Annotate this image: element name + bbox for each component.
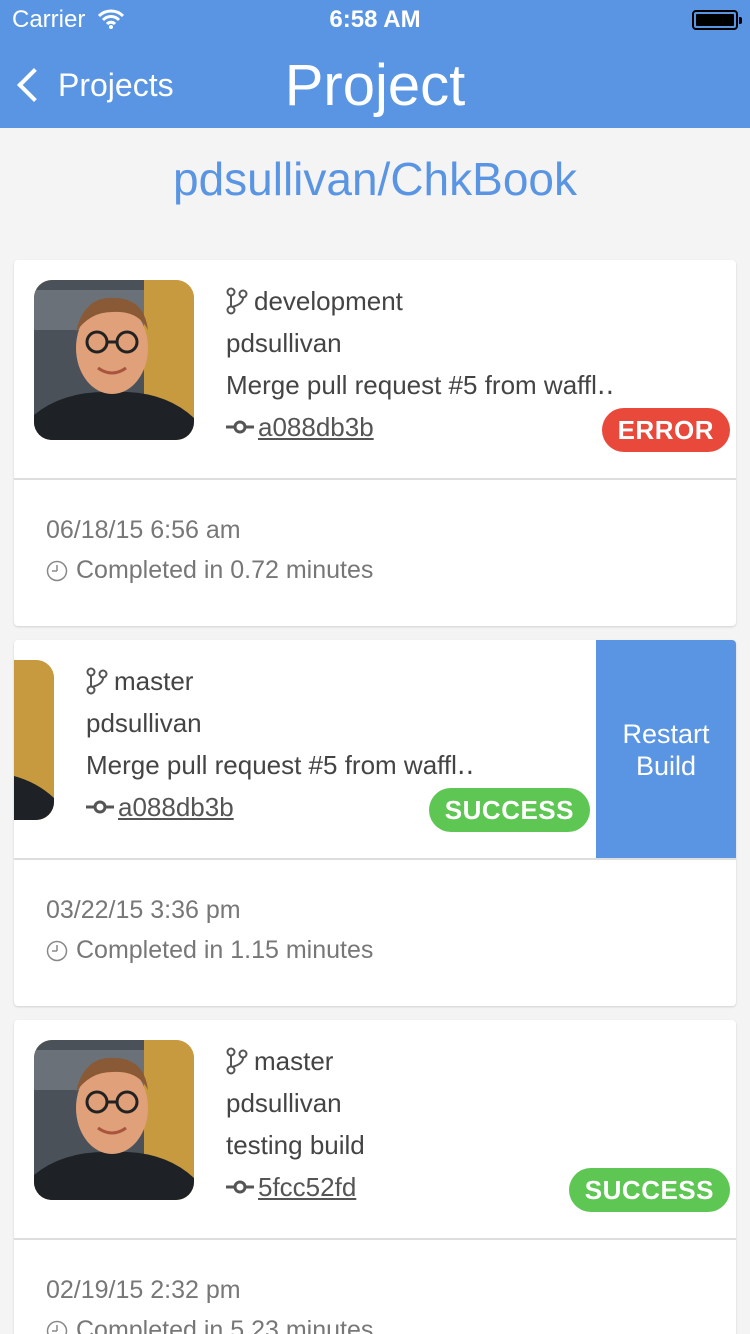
commit-hash-link[interactable]: a088db3b [118,792,234,823]
commit-row: a088db3b [226,406,614,448]
commit-icon [86,799,114,815]
navigation-bar: Carrier 6:58 AM Projects Project [0,0,750,128]
build-date: 03/22/15 3:36 pm [46,896,241,924]
status-badge: SUCCESS [428,788,590,832]
author-name: pdsullivan [226,1087,342,1118]
repository-title: pdsullivan/ChkBook [172,153,577,205]
branch-row: master [226,1040,365,1082]
build-date: 02/19/15 2:32 pm [46,1276,241,1304]
build-duration: Completed in 5.23 minutes [76,1316,374,1334]
build-summary[interactable]: development pdsullivan Merge pull reques… [14,260,736,480]
commit-icon [226,419,254,435]
build-info: master pdsullivan testing build 5fcc52fd [226,1040,365,1208]
clock-icon [46,940,68,962]
branch-name: master [254,1045,334,1076]
commit-icon [226,1179,254,1195]
author-name: pdsullivan [86,707,202,738]
commit-hash-link[interactable]: 5fcc52fd [258,1172,356,1203]
commit-hash-link[interactable]: a088db3b [258,412,374,443]
commit-message: Merge pull request #5 from waffl‥ [226,369,615,400]
avatar [34,280,194,440]
build-summary[interactable]: master pdsullivan testing build 5fcc52fd… [14,1020,736,1240]
branch-icon [226,1047,248,1075]
clock-time: 6:58 AM [329,6,421,33]
duration-row: Completed in 1.15 minutes [46,936,373,965]
build-card[interactable]: master pdsullivan testing build 5fcc52fd… [14,1020,736,1334]
status-bar: Carrier 6:58 AM [0,0,750,40]
avatar [34,1040,194,1200]
duration-row: Completed in 5.23 minutes [46,1316,373,1334]
build-details: 03/22/15 3:36 pm Completed in 1.15 minut… [46,896,373,965]
build-details: 06/18/15 6:56 am Completed in 0.72 minut… [46,516,373,585]
page-title: Project [284,53,466,118]
build-duration: Completed in 0.72 minutes [76,556,374,584]
duration-row: Completed in 0.72 minutes [46,556,373,585]
restart-label-line1: Restart [622,719,710,749]
clock-icon [46,560,68,582]
commit-message: testing build [226,1129,365,1160]
build-card[interactable]: master pdsullivan Merge pull request #5 … [14,640,736,1006]
clock-icon [46,1320,68,1334]
build-info: master pdsullivan Merge pull request #5 … [86,660,474,828]
branch-name: development [254,285,403,316]
branch-icon [86,667,108,695]
branch-icon [226,287,248,315]
commit-message: Merge pull request #5 from waffl‥ [86,749,475,780]
status-badge: SUCCESS [568,1168,730,1212]
restart-label-line2: Build [635,751,697,781]
commit-row: 5fcc52fd [226,1166,365,1208]
branch-name: master [114,665,194,696]
commit-row: a088db3b [86,786,474,828]
build-date: 06/18/15 6:56 am [46,516,241,544]
avatar [14,660,54,820]
status-badge: ERROR [601,408,730,452]
battery-icon [692,10,742,30]
branch-row: master [86,660,474,702]
build-info: development pdsullivan Merge pull reques… [226,280,614,448]
build-details: 02/19/15 2:32 pm Completed in 5.23 minut… [46,1276,373,1334]
branch-row: development [226,280,614,322]
restart-build-button[interactable]: Restart Build [596,640,736,858]
author-name: pdsullivan [226,327,342,358]
build-duration: Completed in 1.15 minutes [76,936,374,964]
build-summary[interactable]: master pdsullivan Merge pull request #5 … [14,640,736,860]
build-card[interactable]: development pdsullivan Merge pull reques… [14,260,736,626]
